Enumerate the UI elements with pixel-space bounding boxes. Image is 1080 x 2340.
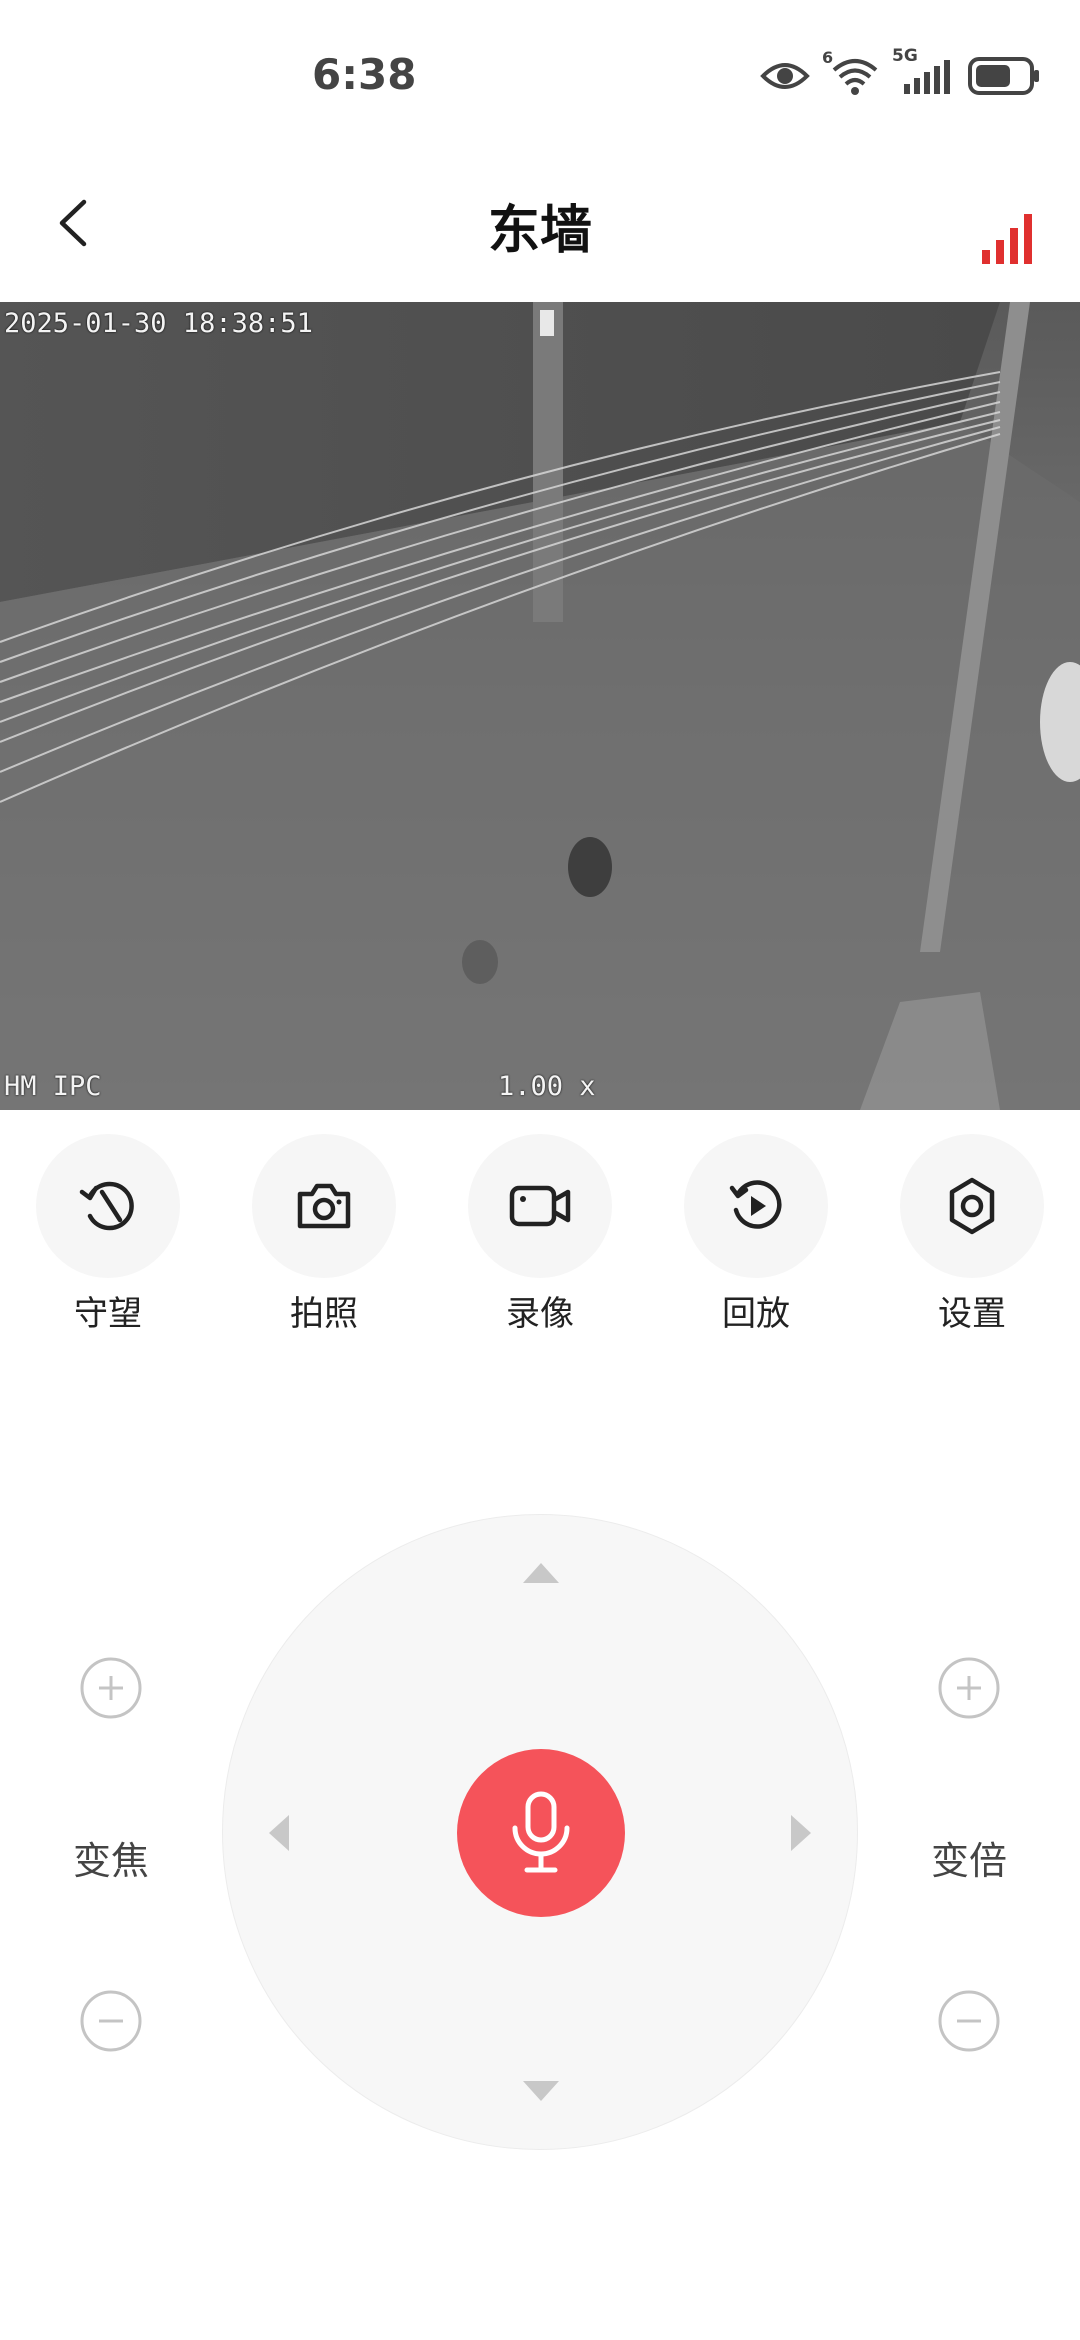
focus-minus-button[interactable] bbox=[79, 1989, 143, 2053]
battery-icon bbox=[968, 57, 1040, 95]
status-bar: 6:38 6 5G bbox=[0, 0, 1080, 150]
wifi-badge: 6 bbox=[822, 48, 834, 67]
wifi-icon: 6 bbox=[822, 48, 882, 96]
action-toolbar: 守望 拍照 录像 回放 设置 bbox=[0, 1134, 1080, 1334]
watch-label: 守望 bbox=[74, 1294, 142, 1334]
record-label: 录像 bbox=[506, 1294, 574, 1334]
video-camera-icon bbox=[509, 1185, 571, 1227]
focus-label: 变焦 bbox=[72, 1839, 149, 1883]
video-timestamp: 2025-01-30 18:38:51 bbox=[4, 308, 313, 339]
pan-up-arrow[interactable] bbox=[523, 1563, 559, 1583]
gear-icon bbox=[949, 1177, 995, 1235]
pan-left-arrow[interactable] bbox=[269, 1815, 289, 1851]
watch-button[interactable]: 守望 bbox=[33, 1134, 183, 1334]
ptz-joystick[interactable] bbox=[222, 1514, 858, 2150]
microphone-icon bbox=[512, 1791, 570, 1873]
focus-control: 变焦 bbox=[51, 1656, 171, 2053]
zoom-minus-button[interactable] bbox=[937, 1989, 1001, 2053]
zoom-control: 变倍 bbox=[909, 1656, 1029, 2053]
focus-plus-button[interactable] bbox=[79, 1656, 143, 1720]
snapshot-label: 拍照 bbox=[290, 1294, 358, 1334]
video-brand-label: HM IPC bbox=[4, 1071, 102, 1102]
signal-strength-button[interactable] bbox=[980, 206, 1040, 266]
settings-label: 设置 bbox=[938, 1294, 1006, 1334]
status-time: 6:38 bbox=[312, 50, 417, 99]
zoom-plus-button[interactable] bbox=[937, 1656, 1001, 1720]
camera-icon bbox=[297, 1183, 351, 1229]
live-video-feed[interactable]: 2025-01-30 18:38:51 HM IPC 1.00 x bbox=[0, 302, 1080, 1110]
playback-button[interactable]: 回放 bbox=[681, 1134, 831, 1334]
settings-button[interactable]: 设置 bbox=[897, 1134, 1047, 1334]
playback-label: 回放 bbox=[722, 1294, 790, 1334]
status-icons: 6 5G bbox=[760, 46, 1040, 96]
pan-right-arrow[interactable] bbox=[791, 1815, 811, 1851]
camera-live-view-screen: 6:38 6 5G 东墙 2025-01-30 18:38:51 HM IPC … bbox=[0, 0, 1080, 2340]
playback-icon bbox=[729, 1180, 782, 1229]
eye-icon bbox=[760, 58, 810, 94]
talk-button[interactable] bbox=[457, 1749, 625, 1917]
network-badge: 5G bbox=[892, 46, 918, 66]
zoom-label: 变倍 bbox=[930, 1839, 1007, 1883]
record-button[interactable]: 录像 bbox=[465, 1134, 615, 1334]
video-zoom-level: 1.00 x bbox=[498, 1071, 596, 1102]
snapshot-button[interactable]: 拍照 bbox=[249, 1134, 399, 1334]
header: 东墙 bbox=[0, 170, 1080, 290]
page-title: 东墙 bbox=[487, 201, 592, 261]
watch-rotate-icon bbox=[79, 1181, 134, 1231]
pan-down-arrow[interactable] bbox=[523, 2081, 559, 2101]
signal-strength-icon bbox=[982, 214, 1032, 264]
video-frame-image bbox=[0, 302, 1080, 1110]
cellular-5g-icon: 5G bbox=[892, 46, 950, 96]
